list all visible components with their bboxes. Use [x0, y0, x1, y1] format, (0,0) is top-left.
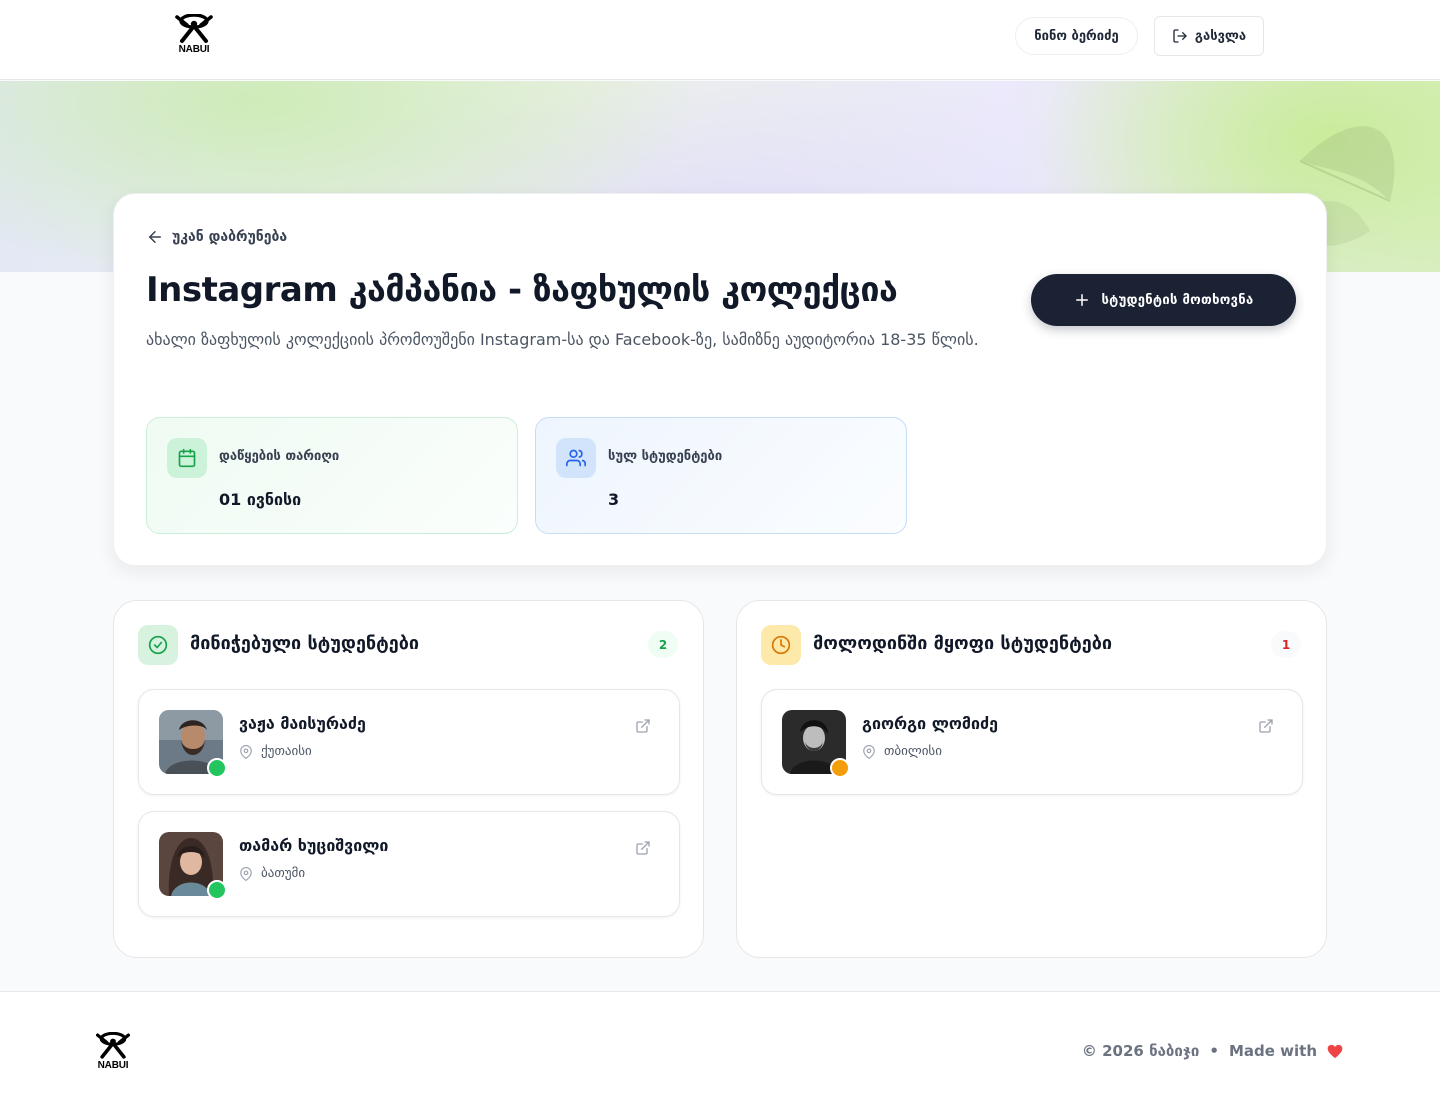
- location-text: თბილისი: [884, 744, 942, 759]
- student-name: გიორგი ლომიძე: [862, 714, 999, 733]
- student-location: ქუთაისი: [239, 744, 312, 759]
- status-dot: [830, 758, 850, 778]
- campaign-description: ახალი ზაფხულის კოლექციის პრომოუშენი Inst…: [146, 330, 979, 349]
- clock-icon: [761, 625, 801, 665]
- footer-credits: © 2026 ნაბიჯი • Made with: [1082, 1042, 1343, 1060]
- request-student-button[interactable]: სტუდენტის მოთხოვნა: [1031, 274, 1296, 326]
- page-footer: NABUI © 2026 ნაბიჯი • Made with: [0, 991, 1440, 1112]
- campaign-card: უკან დაბრუნება Instagram კამპანია - ზაფხ…: [113, 193, 1327, 566]
- count-badge: 1: [1271, 631, 1301, 658]
- logo-text: NABUI: [97, 1060, 129, 1071]
- plus-icon: [1076, 294, 1089, 306]
- external-link-icon[interactable]: [635, 840, 651, 856]
- footer-logo[interactable]: NABUI: [94, 1032, 132, 1071]
- student-card[interactable]: ვაჟა მაისურაძე ქუთაისი: [138, 689, 680, 795]
- location-text: ბათუმი: [261, 866, 306, 881]
- copyright-text: © 2026 ნაბიჯი: [1081, 1042, 1200, 1060]
- page-title: Instagram კამპანია - ზაფხულის კოლექცია: [146, 270, 898, 310]
- external-link-icon[interactable]: [1258, 718, 1274, 734]
- stat-value: 01 ივნისი: [219, 490, 302, 509]
- panel-title: მინიჭებული სტუდენტები: [190, 633, 420, 654]
- heart-icon: [1327, 1044, 1343, 1058]
- student-name: ვაჟა მაისურაძე: [239, 714, 366, 733]
- top-header: NABUI ნინო ბერიძე გასვლა: [0, 0, 1440, 80]
- arrow-left-icon: [149, 231, 161, 243]
- stat-total-students: სულ სტუდენტები 3: [535, 417, 907, 534]
- calendar-icon: [167, 438, 207, 478]
- user-name-chip[interactable]: ნინო ბერიძე: [1015, 17, 1138, 55]
- student-location: ბათუმი: [239, 866, 305, 881]
- map-pin-icon: [863, 744, 875, 759]
- external-link-icon[interactable]: [635, 718, 651, 734]
- header-logo[interactable]: NABUI: [173, 14, 215, 55]
- request-button-label: სტუდენტის მოთხოვნა: [1101, 292, 1254, 308]
- selected-students-panel: მინიჭებული სტუდენტები 2 ვაჟა მაისურაძე ქ…: [113, 600, 704, 958]
- student-card[interactable]: თამარ ხუციშვილი ბათუმი: [138, 811, 680, 917]
- users-icon: [556, 438, 596, 478]
- user-name: ნინო ბერიძე: [1034, 28, 1119, 44]
- back-label: უკან დაბრუნება: [172, 229, 288, 245]
- stat-label: დაწყების თარიღი: [219, 449, 340, 464]
- map-pin-icon: [240, 866, 252, 881]
- map-pin-icon: [240, 744, 252, 759]
- status-dot: [207, 758, 227, 778]
- logo-icon: [95, 1032, 131, 1059]
- stat-label: სულ სტუდენტები: [608, 449, 723, 464]
- stat-start-date: დაწყების თარიღი 01 ივნისი: [146, 417, 518, 534]
- pending-students-panel: მოლოდინში მყოფი სტუდენტები 1 გიორგი ლომი…: [736, 600, 1327, 958]
- back-link[interactable]: უკან დაბრუნება: [146, 228, 287, 246]
- panel-title: მოლოდინში მყოფი სტუდენტები: [813, 633, 1113, 654]
- location-text: ქუთაისი: [261, 744, 312, 759]
- check-circle-icon: [138, 625, 178, 665]
- logo-text: NABUI: [178, 44, 210, 55]
- separator-dot: •: [1209, 1042, 1219, 1060]
- student-card[interactable]: გიორგი ლომიძე თბილისი: [761, 689, 1303, 795]
- logo-icon: [175, 14, 213, 43]
- student-name: თამარ ხუციშვილი: [239, 836, 389, 855]
- made-with-text: Made with: [1228, 1042, 1317, 1060]
- logout-icon: [1173, 29, 1187, 43]
- status-dot: [207, 880, 227, 900]
- stat-value: 3: [608, 490, 620, 509]
- student-location: თბილისი: [862, 744, 942, 759]
- count-badge: 2: [648, 631, 678, 658]
- logout-label: გასვლა: [1194, 28, 1247, 44]
- logout-button[interactable]: გასვლა: [1154, 16, 1264, 56]
